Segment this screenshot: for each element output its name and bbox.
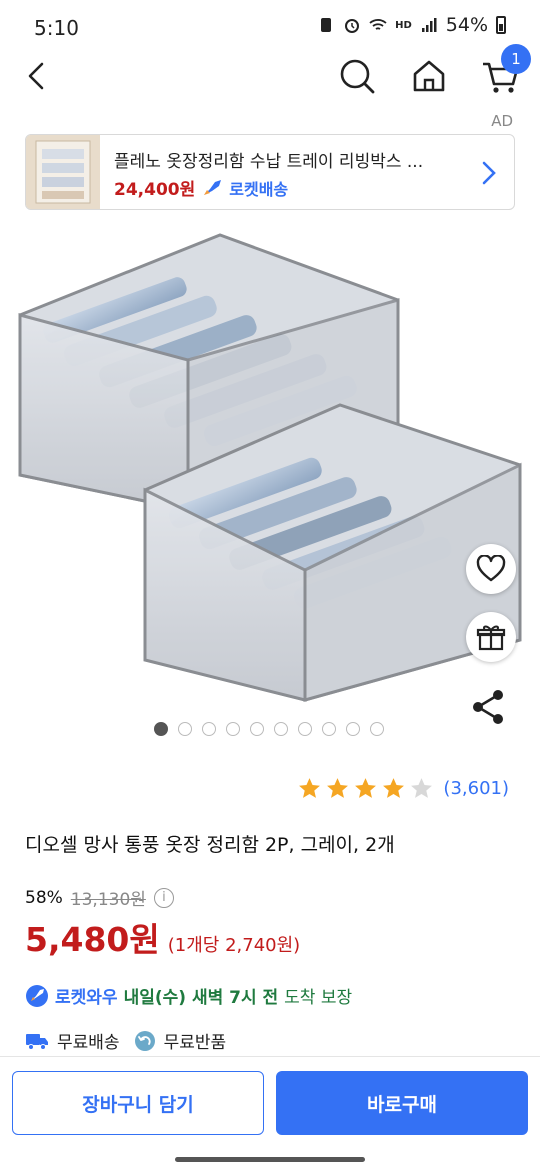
original-price: 13,130원: [70, 890, 146, 910]
rocketwow-icon: [26, 984, 48, 1007]
alarm-icon: [345, 19, 360, 33]
gallery-dot[interactable]: [202, 722, 216, 736]
star-icon: [383, 778, 405, 798]
rating[interactable]: (3,601): [297, 776, 509, 801]
star-icon: [355, 778, 377, 798]
search-icon[interactable]: [335, 54, 379, 98]
star-icon: [299, 778, 321, 798]
ad-title: 플레노 옷장정리함 수납 트레이 리빙박스 ...: [114, 152, 424, 172]
review-count[interactable]: (3,601): [443, 778, 509, 799]
buy-now-button[interactable]: 바로구매: [276, 1071, 528, 1135]
back-button[interactable]: [18, 54, 58, 98]
wifi-icon: [369, 19, 387, 30]
star-icon: [411, 778, 433, 798]
status-bar: 5:10 HD 54%: [0, 0, 540, 56]
ad-thumbnail: [26, 135, 100, 209]
gallery-dot[interactable]: [322, 722, 336, 736]
gift-button[interactable]: [466, 612, 516, 662]
hd-voice-icon: HD: [395, 19, 412, 31]
discount-rate: 58%: [25, 887, 63, 908]
cart-count-badge: 1: [501, 44, 531, 74]
ad-price-row: 24,400원 로켓배송: [114, 175, 288, 200]
wishlist-button[interactable]: [466, 544, 516, 594]
delivery-info: 로켓와우 내일(수) 새벽 7시 전 도착 보장: [25, 983, 352, 1008]
gallery-pagination: [154, 722, 384, 736]
rocket-icon: [204, 179, 222, 195]
rocketwow-label: 로켓와우: [55, 988, 118, 1008]
ad-banner[interactable]: 플레노 옷장정리함 수납 트레이 리빙박스 ... 24,400원 로켓배송: [25, 134, 515, 210]
truck-icon: [26, 1033, 48, 1050]
gift-icon: [476, 625, 506, 651]
gallery-dot[interactable]: [346, 722, 360, 736]
status-icons: HD 54%: [317, 14, 506, 36]
home-indicator[interactable]: [175, 1157, 365, 1162]
product-image[interactable]: [0, 220, 540, 720]
home-icon[interactable]: [407, 54, 451, 98]
arrival-time: 내일(수) 새벽 7시 전: [123, 988, 279, 1008]
gallery-dot[interactable]: [298, 722, 312, 736]
sale-price-row: 5,480원 (1개당 2,740원): [25, 913, 300, 961]
info-icon[interactable]: i: [153, 887, 174, 908]
bottom-action-bar: 장바구니 담기 바로구매: [0, 1056, 540, 1170]
free-return: 무료반품: [163, 1033, 227, 1053]
star-icon: [327, 778, 349, 798]
ad-price: 24,400원: [114, 180, 196, 200]
unit-price: (1개당 2,740원): [167, 935, 301, 956]
gallery-dot[interactable]: [274, 722, 288, 736]
gallery-dot[interactable]: [250, 722, 264, 736]
battery-icon: [496, 16, 506, 34]
add-to-cart-button[interactable]: 장바구니 담기: [12, 1071, 264, 1135]
chevron-right-icon: [482, 161, 496, 185]
free-shipping: 무료배송: [57, 1033, 120, 1053]
battery-percent: 54%: [445, 14, 488, 36]
signal-icon: [421, 18, 437, 32]
benefits: 무료배송 무료반품: [25, 1028, 226, 1053]
arrival-guarantee: 도착 보장: [284, 988, 353, 1008]
star-rating: [297, 776, 434, 801]
gallery-dot[interactable]: [370, 722, 384, 736]
top-navigation: [0, 50, 540, 100]
return-icon: [134, 1030, 155, 1051]
gallery-dot[interactable]: [178, 722, 192, 736]
status-time: 5:10: [34, 16, 79, 40]
original-price-row: 58% 13,130원 i: [25, 885, 174, 910]
notification-icon: [321, 18, 332, 32]
share-button[interactable]: [468, 686, 510, 728]
heart-icon: [476, 555, 506, 582]
ad-rocket-delivery: 로켓배송: [229, 179, 289, 199]
gallery-dot[interactable]: [226, 722, 240, 736]
product-title: 디오셀 망사 통풍 옷장 정리함 2P, 그레이, 2개: [25, 834, 395, 856]
sale-price: 5,480원: [25, 920, 160, 959]
share-icon: [473, 690, 503, 724]
gallery-dot[interactable]: [154, 722, 168, 736]
ad-label: AD: [491, 112, 513, 130]
